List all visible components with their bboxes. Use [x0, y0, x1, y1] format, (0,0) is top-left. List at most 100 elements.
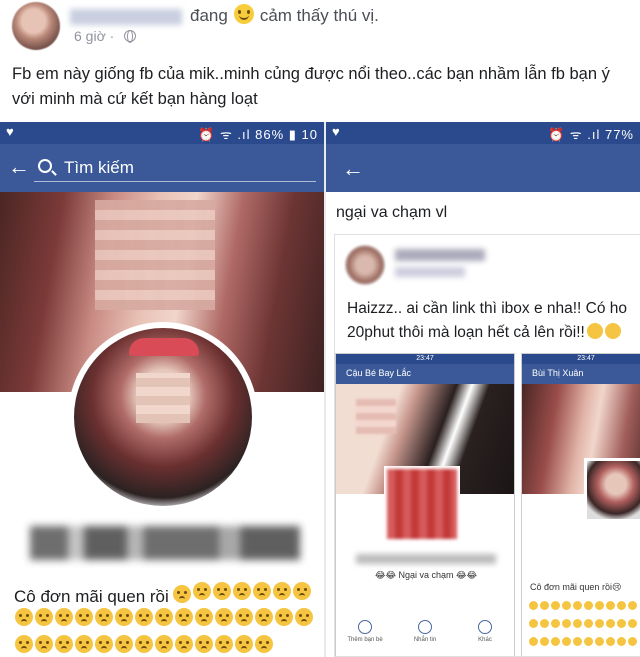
sad-emoji-icon — [235, 635, 253, 653]
sad-emoji-icon — [595, 619, 604, 628]
embedded-screenshot-2[interactable]: 23:47 Bùi Thị Xuân Cô đơn mãi quen rồi😢 — [521, 353, 640, 656]
back-arrow-icon[interactable]: ← — [8, 156, 30, 178]
facebook-top-bar: ← — [326, 144, 640, 192]
status-word: đang — [190, 6, 228, 25]
sad-emoji-icon — [595, 637, 604, 646]
sad-emoji-icon — [215, 608, 233, 626]
mini-caption: 😂😂 Ngại va chạm 😂😂 — [374, 570, 478, 580]
mini-search-bar: Cậu Bé Bay Lắc — [336, 364, 514, 384]
sad-emoji-icon — [95, 608, 113, 626]
sad-emoji-icon — [75, 635, 93, 653]
facebook-search-bar: ← Tìm kiếm — [0, 144, 324, 192]
shared-post-card[interactable]: Haizzz.. ai cần link thì ibox e nha!! Có… — [334, 234, 640, 657]
embedded-screenshot-1[interactable]: 23:47 Cậu Bé Bay Lắc 😂😂 Ngại va chạm 😂😂 … — [335, 353, 515, 656]
card-meta-blurred — [395, 267, 465, 277]
sad-emoji-icon — [595, 601, 604, 610]
add-friend-action: Thêm bạn bè — [340, 616, 390, 643]
status-bar: ♥ ⏰ ᯤ .ıl 77% — [326, 122, 640, 144]
sad-emoji-icon — [540, 601, 549, 610]
mini-profile-picture — [384, 466, 460, 542]
profile-picture[interactable] — [68, 322, 258, 512]
status-indicators: ⏰ ᯤ .ıl 86% ▮ 10 — [198, 127, 318, 142]
search-field[interactable]: Tìm kiếm — [34, 154, 316, 182]
mini-status-bar: 23:47 — [522, 354, 640, 364]
mini-search-text: Bùi Thị Xuân — [532, 368, 584, 378]
card-avatar[interactable] — [345, 245, 385, 285]
post-time[interactable]: 6 giờ — [74, 28, 106, 44]
sad-emoji-icon — [628, 619, 637, 628]
mini-caption: Cô đơn mãi quen rồi😢 — [530, 582, 622, 592]
more-action: Khác — [460, 616, 510, 643]
sad-emoji-icon — [155, 635, 173, 653]
add-friend-icon — [358, 620, 372, 634]
mini-emoji-grid — [528, 598, 640, 652]
shared-post-text: ngại va chạm vl — [336, 204, 448, 221]
sad-emoji-icon — [551, 619, 560, 628]
globe-icon[interactable] — [124, 30, 137, 43]
status-bar: ♥ ⏰ ᯤ .ıl 86% ▮ 10 — [0, 122, 324, 144]
back-arrow-icon[interactable]: ← — [342, 156, 364, 182]
sad-emoji-icon — [35, 608, 53, 626]
sad-emoji-icon — [628, 637, 637, 646]
poster-name-blurred[interactable] — [70, 8, 182, 25]
poster-avatar[interactable] — [12, 2, 60, 50]
laugh-emoji-icon — [586, 323, 603, 339]
sad-emoji-icon — [35, 635, 53, 653]
sad-emoji-icon — [562, 601, 571, 610]
sad-emoji-icon — [15, 635, 33, 653]
sad-emoji-icon — [135, 635, 153, 653]
screenshot-right[interactable]: ♥ ⏰ ᯤ .ıl 77% ← ngại va chạm vl Haizzz..… — [326, 122, 640, 657]
sad-emoji-icon — [172, 585, 191, 603]
sad-emoji-icon — [573, 601, 582, 610]
sad-emoji-icon — [255, 635, 273, 653]
feeling-text: cảm thấy thú vị. — [259, 6, 379, 25]
sad-emoji-icon — [584, 601, 593, 610]
sad-emoji-icon — [195, 608, 213, 626]
bio-text: Cô đơn mãi quen rồi — [14, 587, 169, 606]
card-text-line-2: 20phut thôi mà loạn hết cả lên rồi!! — [347, 321, 640, 345]
sad-emoji-icon — [155, 608, 173, 626]
post-body: Fb em này giống fb của mik..minh củng đư… — [12, 65, 610, 108]
profile-bio: Cô đơn mãi quen rồi — [14, 580, 312, 607]
card-name-blurred — [395, 249, 485, 261]
sad-emoji-icon — [15, 608, 33, 626]
mini-actions: Thêm bạn bè Nhắn tin Khác — [336, 616, 514, 656]
sad-emoji-icon — [115, 635, 133, 653]
more-icon — [478, 620, 492, 634]
sad-emoji-icon — [562, 637, 571, 646]
mini-search-text: Cậu Bé Bay Lắc — [346, 368, 412, 378]
mini-status-bar: 23:47 — [336, 354, 514, 364]
bio-emoji-grid — [14, 606, 319, 657]
sad-emoji-icon — [275, 608, 293, 626]
sad-emoji-icon — [212, 582, 231, 600]
heart-icon: ♥ — [332, 124, 340, 139]
post-meta: 6 giờ · — [74, 28, 137, 44]
card-text-line-1: Haizzz.. ai cần link thì ibox e nha!! Có… — [347, 300, 628, 317]
sad-emoji-icon — [617, 619, 626, 628]
sad-emoji-icon — [573, 619, 582, 628]
sad-emoji-icon — [215, 635, 233, 653]
poster-line: đang cảm thấy thú vị. — [70, 4, 379, 26]
sad-emoji-icon — [584, 637, 593, 646]
sad-emoji-icon — [295, 608, 313, 626]
sad-emoji-icon — [606, 637, 615, 646]
sad-emoji-icon — [628, 601, 637, 610]
post-header: đang cảm thấy thú vị. 6 giờ · — [0, 0, 640, 52]
sad-emoji-icon — [255, 608, 273, 626]
sad-emoji-icon — [529, 601, 538, 610]
post-images[interactable]: ♥ ⏰ ᯤ .ıl 86% ▮ 10 ← Tìm kiếm Cô đơn mãi… — [0, 122, 640, 657]
sad-emoji-icon — [551, 637, 560, 646]
messenger-icon — [418, 620, 432, 634]
laugh-emoji-icon — [604, 323, 621, 339]
profile-name-blurred — [30, 526, 300, 560]
sad-emoji-icon — [540, 619, 549, 628]
sad-emoji-icon — [55, 635, 73, 653]
sad-emoji-icon — [529, 619, 538, 628]
profile-photo-image — [74, 328, 252, 506]
sad-emoji-icon — [573, 637, 582, 646]
sad-emoji-icon — [192, 582, 211, 600]
screenshot-left[interactable]: ♥ ⏰ ᯤ .ıl 86% ▮ 10 ← Tìm kiếm Cô đơn mãi… — [0, 122, 324, 657]
sad-emoji-icon — [232, 582, 251, 600]
heart-icon: ♥ — [6, 124, 14, 139]
sad-emoji-icon — [115, 608, 133, 626]
